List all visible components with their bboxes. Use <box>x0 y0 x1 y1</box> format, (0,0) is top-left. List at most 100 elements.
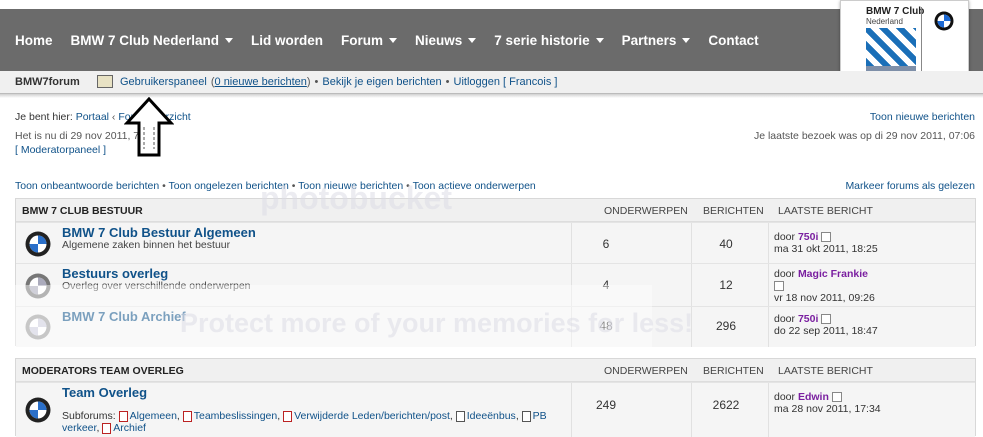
subforum-icon <box>182 410 192 422</box>
subforum-icon <box>521 410 531 422</box>
breadcrumb-sep: ‹ <box>111 111 116 123</box>
unread-link[interactable]: Toon ongelezen berichten <box>169 180 289 192</box>
goto-post-icon[interactable] <box>821 232 832 243</box>
top-navigation: Home BMW 7 Club Nederland Lid worden For… <box>0 9 983 71</box>
last-post: door Edwin ma 28 nov 2011, 17:34 <box>774 391 881 415</box>
subforum-link[interactable]: Algemeen <box>130 410 177 422</box>
nav-club[interactable]: BMW 7 Club Nederland <box>62 33 243 48</box>
last-post-by: door <box>774 268 796 280</box>
logo-subtitle: Nederland <box>866 17 903 26</box>
subforum-link[interactable]: Archief <box>113 422 146 434</box>
breadcrumb-portal[interactable]: Portaal <box>76 111 109 123</box>
forum-row: BMW 7 Club Bestuur Algemeen Algemene zak… <box>16 222 975 263</box>
last-post-user[interactable]: Edwin <box>798 391 829 403</box>
nav-home[interactable]: Home <box>6 33 62 48</box>
new-messages-link[interactable]: 0 nieuwe berichten <box>215 76 307 88</box>
topic-count: 6 <box>602 237 610 251</box>
forum-title[interactable]: BMW 7 Club Archief <box>62 309 186 324</box>
topic-count: 48 <box>599 319 613 333</box>
nav-history[interactable]: 7 serie historie <box>485 33 612 48</box>
last-post-date: vr 18 nov 2011, 09:26 <box>774 292 875 304</box>
forum-title[interactable]: BMW 7 Club Bestuur Algemeen <box>62 225 256 240</box>
bmw-forum-icon <box>25 314 51 340</box>
last-visit: Je laatste bezoek was op di 29 nov 2011,… <box>753 130 975 142</box>
category-header: BMW 7 CLUB BESTUUR ONDERWERPEN BERICHTEN… <box>16 199 975 222</box>
chevron-down-icon <box>682 37 691 43</box>
col-topics: ONDERWERPEN <box>604 365 688 377</box>
unanswered-link[interactable]: Toon onbeantwoorde berichten <box>15 180 159 192</box>
subforum-link[interactable]: Teambeslissingen <box>194 410 277 422</box>
forum-title[interactable]: Team Overleg <box>62 385 147 400</box>
nav-forum-label: Forum <box>341 32 384 48</box>
nav-partners-label: Partners <box>621 32 677 48</box>
nav-history-label: 7 serie historie <box>494 32 590 48</box>
nav-partners[interactable]: Partners <box>613 33 700 48</box>
divider <box>768 307 769 347</box>
last-post-user[interactable]: 750i <box>798 313 818 325</box>
category-title[interactable]: MODERATORS TEAM OVERLEG <box>22 365 184 377</box>
nav-join-label: Lid worden <box>251 32 324 48</box>
goto-post-icon[interactable] <box>831 392 842 403</box>
new-posts-link-top[interactable]: Toon nieuwe berichten <box>870 111 975 123</box>
category-title[interactable]: BMW 7 CLUB BESTUUR <box>22 205 143 217</box>
last-post: door Magic Frankie vr 18 nov 2011, 09:26 <box>774 268 875 304</box>
bavarian-flag-icon <box>866 28 916 66</box>
last-post-date: ma 28 nov 2011, 17:34 <box>774 403 881 415</box>
separator: • <box>314 75 319 88</box>
last-post-by: door <box>774 313 796 325</box>
col-posts: BERICHTEN <box>703 205 764 217</box>
last-post-user[interactable]: Magic Frankie <box>798 268 868 280</box>
chevron-down-icon <box>468 37 477 43</box>
logo-divider <box>921 7 922 73</box>
divider <box>571 223 572 263</box>
col-topics: ONDERWERPEN <box>604 205 688 217</box>
nav-news-label: Nieuws <box>415 32 463 48</box>
last-post-date: do 22 sep 2011, 18:47 <box>774 325 878 337</box>
moderator-panel-link[interactable]: [ Moderatorpaneel ] <box>15 144 106 156</box>
nav-forum[interactable]: Forum <box>332 33 406 48</box>
divider <box>768 223 769 263</box>
own-posts-link[interactable]: Bekijk je eigen berichten <box>322 76 441 88</box>
subforum-link[interactable]: Ideeënbus <box>467 410 516 422</box>
bmw-roundel-icon <box>934 11 954 31</box>
category-table-moderators: MODERATORS TEAM OVERLEG ONDERWERPEN BERI… <box>15 358 976 437</box>
divider <box>571 264 572 306</box>
forum-name[interactable]: BMW7forum <box>15 76 80 88</box>
col-last-post: LAATSTE BERICHT <box>778 205 873 217</box>
up-arrow-annotation <box>124 97 174 157</box>
subforum-icon <box>102 422 112 434</box>
breadcrumb-prefix: Je bent hier: <box>15 111 73 123</box>
active-topics-link[interactable]: Toon actieve onderwerpen <box>413 180 536 192</box>
post-count: 296 <box>715 319 737 333</box>
forum-title[interactable]: Bestuurs overleg <box>62 266 168 281</box>
logout-link[interactable]: Uitloggen [ Francois ] <box>454 76 558 88</box>
separator: • <box>291 180 296 192</box>
divider <box>571 307 572 347</box>
nav-news[interactable]: Nieuws <box>406 33 485 48</box>
subforum-link[interactable]: Verwijderde Leden/berichten/post <box>294 410 450 422</box>
last-post: door 750i do 22 sep 2011, 18:47 <box>774 313 878 337</box>
goto-post-icon[interactable] <box>821 314 832 325</box>
subforum-icon <box>455 410 465 422</box>
subforums-label: Subforums: <box>62 410 116 422</box>
mark-read-link[interactable]: Markeer forums als gelezen <box>845 180 975 192</box>
forum-description: Overleg over verschillende onderwerpen <box>62 280 251 292</box>
last-post-by: door <box>774 391 796 403</box>
divider <box>691 383 692 437</box>
user-panel-link[interactable]: Gebruikerspaneel <box>120 76 207 88</box>
col-posts: BERICHTEN <box>703 365 764 377</box>
nav-club-label: BMW 7 Club Nederland <box>70 32 220 48</box>
forum-row: Team Overleg Subforums: Algemeen, Teambe… <box>16 382 975 437</box>
forum-description: Algemene zaken binnen het bestuur <box>62 239 231 251</box>
category-table-bestuur: BMW 7 CLUB BESTUUR ONDERWERPEN BERICHTEN… <box>15 198 976 347</box>
last-post-user[interactable]: 750i <box>798 231 818 243</box>
divider <box>691 307 692 347</box>
nav-contact[interactable]: Contact <box>699 33 767 48</box>
goto-post-icon[interactable] <box>774 281 784 292</box>
divider <box>691 223 692 263</box>
subforum-icon <box>118 410 128 422</box>
topic-count: 249 <box>595 398 617 412</box>
new-posts-link[interactable]: Toon nieuwe berichten <box>298 180 403 192</box>
chevron-down-icon <box>225 37 234 43</box>
nav-join[interactable]: Lid worden <box>242 33 332 48</box>
